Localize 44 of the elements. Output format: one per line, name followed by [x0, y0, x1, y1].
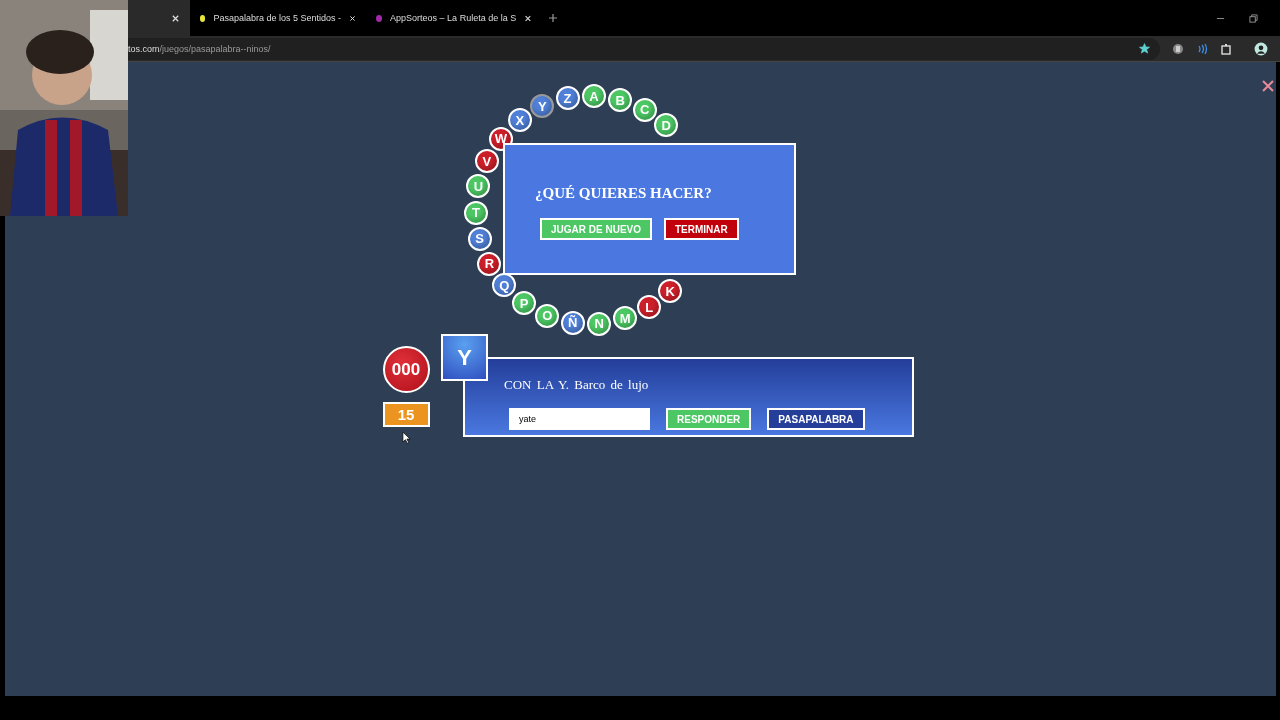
answer-field[interactable]: yate — [509, 408, 650, 430]
letter-circle: B — [608, 88, 633, 113]
profile-icon[interactable] — [1254, 41, 1268, 56]
new-tab-icon[interactable] — [548, 13, 558, 23]
browser-tab[interactable]: Pasapalabra de los 5 Sentidos - — [190, 0, 366, 36]
current-letter-tile: Y — [441, 334, 488, 381]
address-bar[interactable]: tos.com/juegos/pasapalabra--ninos/ — [128, 37, 1160, 60]
letter-circle: M — [613, 306, 638, 331]
letter-circle: L — [637, 295, 662, 320]
puzzle-icon[interactable] — [1220, 42, 1232, 55]
letter-circle: A — [581, 84, 606, 109]
star-icon[interactable] — [1139, 43, 1150, 54]
letter-circle: T — [464, 200, 488, 225]
letter-circle: Z — [555, 86, 580, 111]
tab-title: Pasapalabra de los 5 Sentidos - — [213, 13, 341, 23]
letter-circle: O — [535, 303, 560, 328]
broadcast-icon[interactable] — [1196, 42, 1208, 55]
letter-circle: D — [654, 113, 679, 138]
dialog-title: ¿QUÉ QUIERES HACER? — [535, 185, 713, 202]
cursor-icon — [401, 431, 411, 444]
letter-circle: Q — [492, 273, 517, 298]
tab-title: AppSorteos – La Ruleta de la S — [390, 13, 517, 23]
letter-circle: R — [477, 251, 502, 276]
letter-circle: N — [587, 311, 612, 336]
question-text: CON LA Y. Barco de lujo — [504, 377, 650, 393]
browser-tab[interactable]: AppSorteos – La Ruleta de la S — [366, 0, 542, 36]
restore-icon[interactable] — [1249, 13, 1258, 23]
dialog-button[interactable]: TERMINAR — [664, 218, 739, 240]
close-icon[interactable] — [524, 13, 532, 23]
letter-circle: S — [467, 226, 492, 251]
close-icon[interactable] — [349, 13, 356, 23]
letter-circle: C — [632, 97, 657, 122]
score-badge: 000 — [382, 346, 430, 393]
answer-button[interactable]: PASAPALABRA — [767, 408, 865, 430]
letter-circle: V — [474, 149, 499, 174]
letter-circle: Ñ — [560, 310, 585, 335]
letter-circle: U — [466, 174, 491, 199]
timer-badge: 15 — [382, 402, 430, 427]
letter-circle: X — [507, 108, 532, 133]
letter-circle: W — [489, 126, 513, 151]
letter-circle: Y — [530, 94, 555, 119]
letter-circle: K — [658, 279, 683, 304]
extension-icon[interactable] — [1172, 42, 1184, 55]
letter-circle: P — [512, 291, 537, 315]
